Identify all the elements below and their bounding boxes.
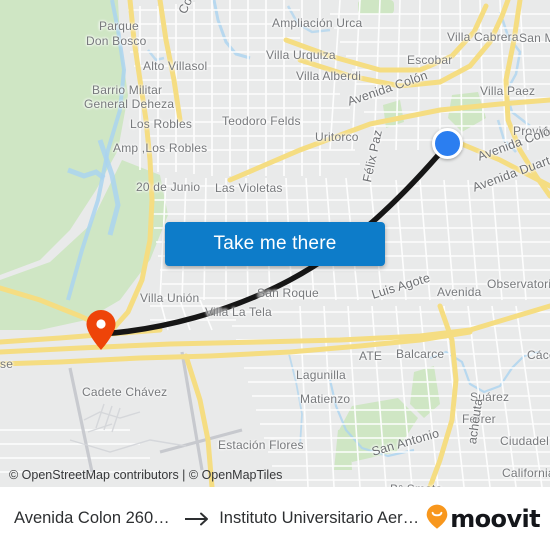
moovit-route-preview: Parque Don Bosco Alto Villasol Barrio Milit… bbox=[0, 0, 550, 550]
route-origin-label: Avenida Colon 2602… bbox=[14, 509, 178, 527]
arrow-right-glyph bbox=[185, 512, 209, 525]
destination-marker[interactable] bbox=[432, 128, 463, 159]
moovit-pin-glyph bbox=[426, 504, 448, 529]
moovit-pin-icon bbox=[426, 504, 448, 534]
map-canvas[interactable]: Parque Don Bosco Alto Villasol Barrio Milit… bbox=[0, 0, 550, 487]
take-me-there-label: Take me there bbox=[213, 233, 337, 254]
take-me-there-button[interactable]: Take me there bbox=[165, 222, 385, 266]
moovit-wordmark: moovit bbox=[450, 504, 540, 533]
attribution-text: © OpenStreetMap contributors | © OpenMap… bbox=[9, 467, 283, 482]
map-pin-icon bbox=[86, 310, 116, 350]
route-summary: Avenida Colon 2602… Instituto Universita… bbox=[14, 509, 426, 528]
moovit-logo[interactable]: moovit bbox=[426, 504, 541, 534]
map-attribution: © OpenStreetMap contributors | © OpenMap… bbox=[0, 462, 550, 487]
route-footer-bar: Avenida Colon 2602… Instituto Universita… bbox=[0, 487, 550, 550]
route-destination-label: Instituto Universitario Aero… bbox=[219, 509, 427, 527]
arrow-right-icon bbox=[185, 512, 211, 526]
origin-marker[interactable] bbox=[86, 310, 116, 350]
